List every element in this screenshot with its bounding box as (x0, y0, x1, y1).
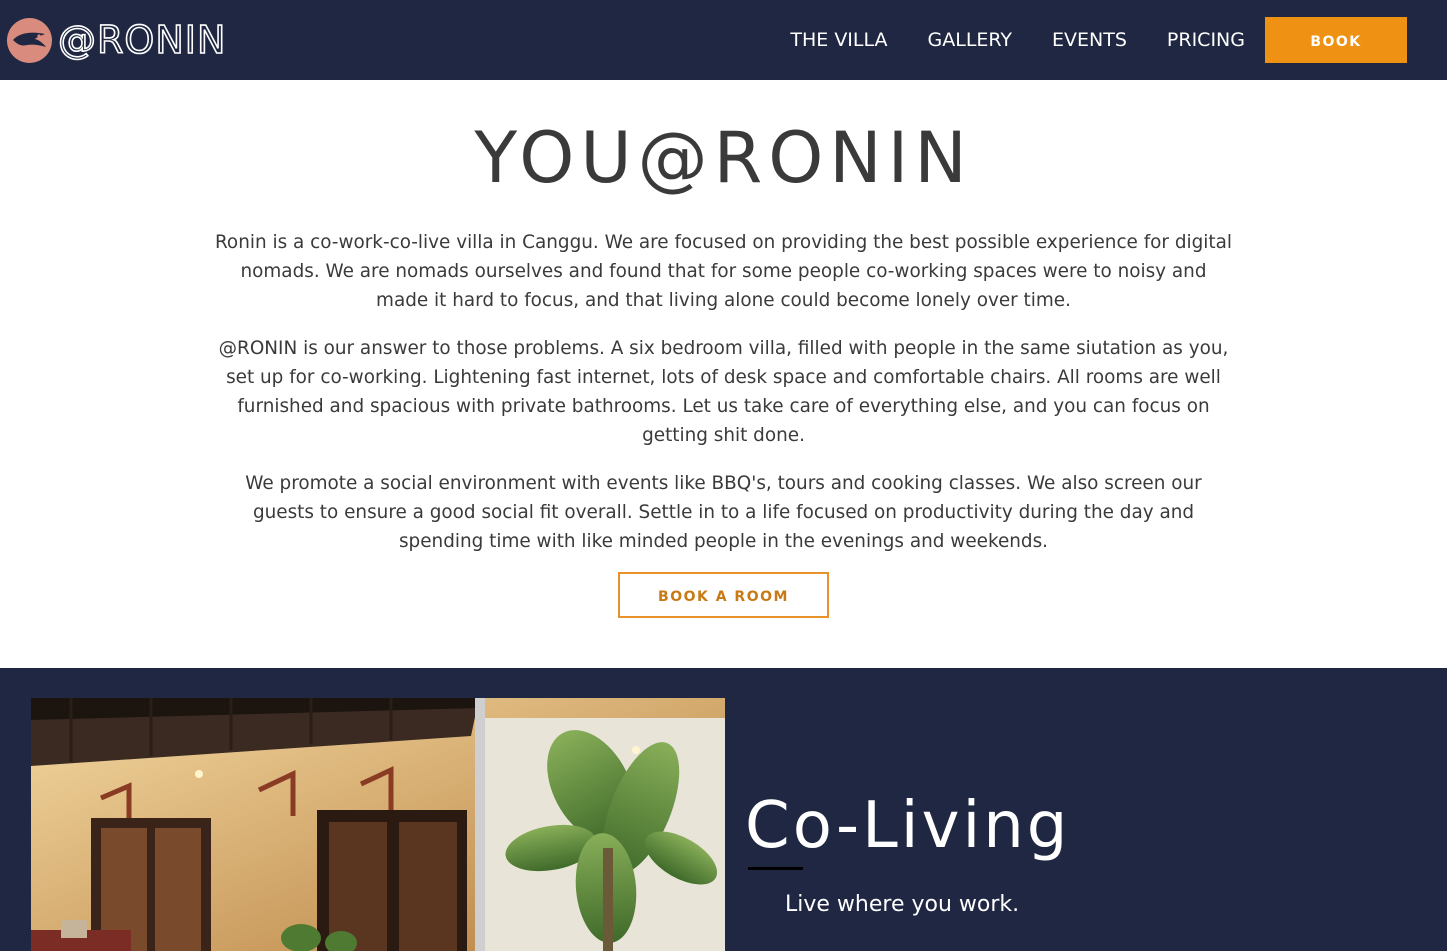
main-nav: THE VILLA GALLERY EVENTS PRICING (750, 0, 1245, 80)
brand-logo-link[interactable]: @RONIN (7, 17, 226, 63)
intro-paragraph: @RONIN is our answer to those problems. … (218, 338, 1229, 446)
coliving-title: Co-Living (745, 789, 1071, 863)
book-a-room-button[interactable]: BOOK A ROOM (618, 572, 829, 618)
intro-paragraph: Ronin is a co-work-co-live villa in Cang… (214, 232, 1232, 311)
intro-section: YOU@RONIN Ronin is a co-work-co-live vil… (0, 80, 1447, 668)
nav-link-pricing[interactable]: PRICING (1167, 29, 1245, 51)
coliving-subtitle: Live where you work. (785, 892, 1020, 917)
villa-patio-photo (31, 698, 725, 951)
title-underline (748, 867, 803, 870)
intro-title: YOU@RONIN (474, 117, 973, 199)
bird-logo-icon (7, 17, 52, 63)
intro-paragraph: We promote a social environment with eve… (245, 473, 1202, 552)
nav-link-gallery[interactable]: GALLERY (928, 29, 1013, 51)
villa-photo (31, 698, 725, 951)
coliving-section: Co-Living Live where you work. (0, 668, 1447, 951)
brand-name: @RONIN (57, 17, 227, 63)
nav-link-events[interactable]: EVENTS (1052, 29, 1127, 51)
navbar: @RONIN THE VILLA GALLERY EVENTS PRICING … (0, 0, 1447, 80)
book-button[interactable]: BOOK (1265, 17, 1407, 63)
intro-body: Ronin is a co-work-co-live villa in Cang… (213, 228, 1234, 575)
nav-link-the-villa[interactable]: THE VILLA (790, 29, 887, 51)
